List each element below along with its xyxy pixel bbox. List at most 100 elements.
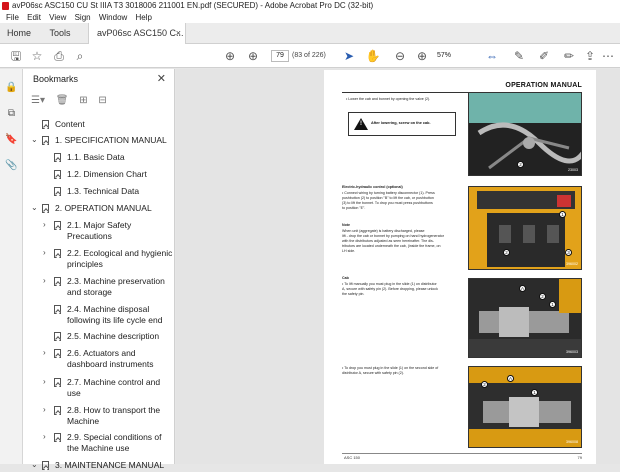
bookmarks-panel: Bookmarks ✕ ☰▾ 🗑 ⊞ ⊟ Content ⌄ 1. SPECIFIC… [23, 69, 195, 470]
bookmark-label: 1. SPECIFICATION MANUAL [55, 135, 167, 145]
bookmark-item[interactable]: Content [31, 119, 166, 131]
bookmark-item[interactable]: ⌄ 3. MAINTENANCE MANUAL [31, 460, 166, 472]
bookmark-item[interactable]: 1.1. Basic Data [43, 152, 166, 164]
bookmark-options-icon[interactable]: ☰▾ [31, 95, 45, 106]
bookmark-item[interactable]: 2.4. Machine disposal following its life … [43, 304, 166, 328]
bookmark-item[interactable]: › 2.7. Machine control and use [43, 377, 166, 401]
save-icon[interactable]: 🖫 [8, 48, 24, 64]
zoom-level[interactable]: 57% [437, 50, 451, 62]
bookmark-label: 3. MAINTENANCE MANUAL [55, 460, 165, 470]
bookmark-expand-icon[interactable]: › [43, 348, 46, 359]
bookmark-item[interactable]: 1.2. Dimension Chart [43, 169, 166, 181]
page-footer-right: 79 [577, 455, 582, 460]
bookmark-item[interactable]: 1.3. Technical Data [43, 186, 166, 198]
page-text-line: A, secure with safety pin (2). Before dr… [342, 287, 438, 291]
bookmark-item[interactable]: › 2.8. How to transport the Machine [43, 405, 166, 429]
bookmark-expand-icon[interactable]: › [43, 248, 46, 259]
tab-document[interactable]: avP06sc ASC150 C... × [88, 23, 186, 44]
zoom-in-icon[interactable]: ⊕ [414, 48, 430, 64]
delete-bookmark-icon[interactable]: 🗑 [56, 95, 69, 106]
menu-file[interactable]: File [6, 13, 19, 22]
page-text-line: tributors are located underneath the cab… [342, 244, 441, 248]
zoom-search-icon[interactable]: ⌕ [72, 48, 88, 64]
bookmark-expand-icon[interactable]: ⌄ [31, 203, 38, 214]
photo-callout: 2 [503, 249, 510, 256]
bookmark-icon [54, 153, 61, 162]
photo-callout: A [519, 285, 526, 292]
lock-icon[interactable]: 🔒 [5, 81, 18, 94]
share-icon[interactable]: ⇪ [582, 48, 598, 64]
bookmark-item[interactable]: ⌄ 1. SPECIFICATION MANUAL [31, 135, 167, 147]
menu-view[interactable]: View [49, 13, 66, 22]
bookmark-expand-icon[interactable]: › [43, 220, 46, 231]
bookmark-label: 2.1. Major Safety [67, 220, 132, 230]
bookmark-expand-icon[interactable]: › [43, 405, 46, 416]
tab-close-icon[interactable]: × [176, 23, 181, 44]
menu-window[interactable]: Window [99, 13, 127, 22]
more-icon[interactable]: ⋯ [600, 48, 616, 64]
page-number-input[interactable]: 79 [271, 50, 289, 62]
photo-code: 396003 [566, 350, 578, 355]
bookmarks-panel-icon[interactable]: 🔖 [5, 133, 18, 146]
next-page-icon[interactable]: ⊕ [245, 48, 261, 64]
photo-illustration [469, 93, 581, 175]
menu-sign[interactable]: Sign [75, 13, 91, 22]
page-header: OPERATION MANUAL [505, 82, 582, 89]
photo-callout: 1 [531, 389, 538, 396]
bookmark-expand-icon[interactable]: ⌄ [31, 135, 38, 146]
page-text-line: • To drop you must plug in the slide (1)… [342, 366, 439, 370]
select-cursor-icon[interactable]: ➤ [341, 48, 357, 64]
bookmark-icon [54, 349, 61, 358]
tab-tools[interactable]: Tools [38, 23, 82, 44]
warning-triangle-icon [354, 118, 368, 130]
photo-illustration [469, 279, 581, 357]
bookmark-expand-icon[interactable]: ⌄ [31, 460, 38, 471]
page-text-line: lift - drop the cab or bonnet by pumping… [342, 234, 444, 238]
hand-tool-icon[interactable]: ✋ [365, 48, 381, 64]
photo-callout: A [507, 375, 514, 382]
attachments-icon[interactable]: 📎 [5, 159, 18, 172]
manual-photo-cab-valve: 2 23003 [468, 92, 582, 176]
bookmark-label: 2.5. Machine description [67, 331, 160, 341]
bookmark-label: 2.6. Actuators and [67, 348, 136, 358]
new-bookmark-icon[interactable]: ⊞ [79, 95, 87, 106]
photo-code: 23003 [568, 168, 578, 173]
bookmark-item[interactable]: › 2.2. Ecological and hygienic principles [43, 248, 172, 272]
menu-edit[interactable]: Edit [27, 13, 41, 22]
previous-page-icon[interactable]: ⊕ [222, 48, 238, 64]
fit-page-icon[interactable]: ⇔ [484, 48, 500, 64]
pages-icon[interactable]: ⧉ [5, 107, 18, 120]
bookmark-item[interactable]: › 2.1. Major Safety Precautions [43, 220, 166, 244]
draw-icon[interactable]: ✏ [561, 48, 577, 64]
bookmark-item[interactable]: › 2.6. Actuators and dashboard instruments [43, 348, 166, 372]
menu-help[interactable]: Help [136, 13, 152, 22]
bookmark-icon [54, 305, 61, 314]
bookmark-expand-icon[interactable]: › [43, 432, 46, 443]
bookmark-item[interactable]: › 2.9. Special conditions of the Machine u… [43, 432, 166, 456]
window-title: avP06sc ASC150 CU St IIIA T3 3018006 211… [12, 1, 374, 10]
bookmark-item[interactable]: › 2.3. Machine preservation and storage [43, 276, 166, 300]
highlight-icon[interactable]: ✐ [536, 48, 552, 64]
bookmark-from-selection-icon[interactable]: ⊟ [98, 95, 106, 106]
zoom-out-icon[interactable]: ⊖ [392, 48, 408, 64]
warning-text: After lowering, screw on the cab. [371, 121, 431, 125]
bookmark-label: 1.3. Technical Data [67, 186, 140, 196]
bookmark-expand-icon[interactable]: › [43, 377, 46, 388]
bookmark-icon [54, 332, 61, 341]
bookmark-item[interactable]: 2.5. Machine description [43, 331, 166, 343]
bookmark-item[interactable]: ⌄ 2. OPERATION MANUAL [31, 203, 166, 215]
bookmarks-close-icon[interactable]: ✕ [157, 72, 166, 85]
photo-callout: 1 [559, 211, 566, 218]
page-text-line: • Connect wiring by turning battery disc… [342, 191, 435, 195]
bookmark-icon [42, 120, 49, 129]
comment-icon[interactable]: ✎ [511, 48, 527, 64]
print-icon[interactable]: ⎙ [51, 48, 67, 64]
page-text-line: When unit (aggregate) is battery dischar… [342, 229, 425, 233]
photo-callout: 2 [539, 293, 546, 300]
bookmark-star-icon[interactable]: ☆ [29, 48, 45, 64]
tab-home[interactable]: Home [0, 23, 38, 44]
bookmark-expand-icon[interactable]: › [43, 276, 46, 287]
bookmark-label-continued: Machine [67, 416, 100, 426]
photo-code: 396008 [566, 440, 578, 445]
bookmark-label: Content [55, 119, 85, 129]
